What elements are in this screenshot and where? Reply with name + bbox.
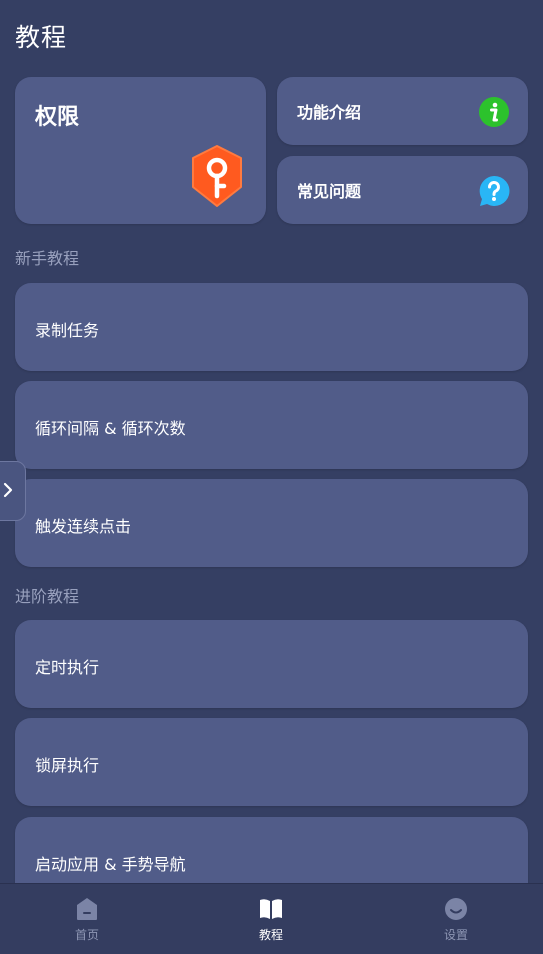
page-title: 教程 bbox=[15, 23, 68, 52]
tutorial-item-label: 锁屏执行 bbox=[35, 756, 100, 775]
permission-card[interactable]: 权限 bbox=[15, 77, 266, 224]
section-title-advanced: 进阶教程 bbox=[15, 587, 80, 606]
chevron-right-icon bbox=[3, 482, 13, 498]
tutorial-item-label: 定时执行 bbox=[35, 658, 100, 677]
tutorial-item-record-task[interactable]: 录制任务 bbox=[15, 283, 528, 371]
question-bubble-icon bbox=[479, 175, 510, 206]
nav-item-settings[interactable]: 设置 bbox=[416, 896, 496, 943]
tutorial-item-label: 触发连续点击 bbox=[35, 517, 132, 536]
nav-label-settings: 设置 bbox=[443, 928, 468, 942]
tutorial-item-loop-interval[interactable]: 循环间隔 & 循环次数 bbox=[15, 381, 528, 469]
nav-label-home: 首页 bbox=[74, 928, 99, 942]
tutorial-item-continuous-click[interactable]: 触发连续点击 bbox=[15, 479, 528, 567]
feature-intro-card[interactable]: 功能介绍 bbox=[277, 77, 528, 145]
side-expand-handle[interactable] bbox=[0, 461, 26, 521]
nav-label-tutorial: 教程 bbox=[258, 928, 283, 942]
nav-item-tutorial[interactable]: 教程 bbox=[231, 896, 311, 943]
permission-label: 权限 bbox=[35, 105, 80, 130]
face-icon bbox=[445, 898, 467, 920]
info-icon bbox=[479, 97, 509, 127]
faq-card[interactable]: 常见问题 bbox=[277, 156, 528, 224]
bottom-nav: 首页 教程 设置 bbox=[0, 883, 543, 954]
tutorial-item-label: 录制任务 bbox=[35, 321, 100, 340]
section-title-beginner: 新手教程 bbox=[15, 249, 80, 268]
tutorial-item-lockscreen[interactable]: 锁屏执行 bbox=[15, 718, 528, 806]
home-icon bbox=[77, 898, 97, 920]
tutorial-item-label: 循环间隔 & 循环次数 bbox=[35, 419, 186, 438]
tutorial-item-scheduled[interactable]: 定时执行 bbox=[15, 620, 528, 708]
book-icon bbox=[260, 899, 282, 919]
faq-label: 常见问题 bbox=[297, 182, 362, 201]
key-shield-icon bbox=[192, 145, 242, 207]
nav-item-home[interactable]: 首页 bbox=[47, 896, 127, 943]
feature-intro-label: 功能介绍 bbox=[297, 103, 362, 122]
tutorial-item-label: 启动应用 & 手势导航 bbox=[35, 855, 186, 874]
